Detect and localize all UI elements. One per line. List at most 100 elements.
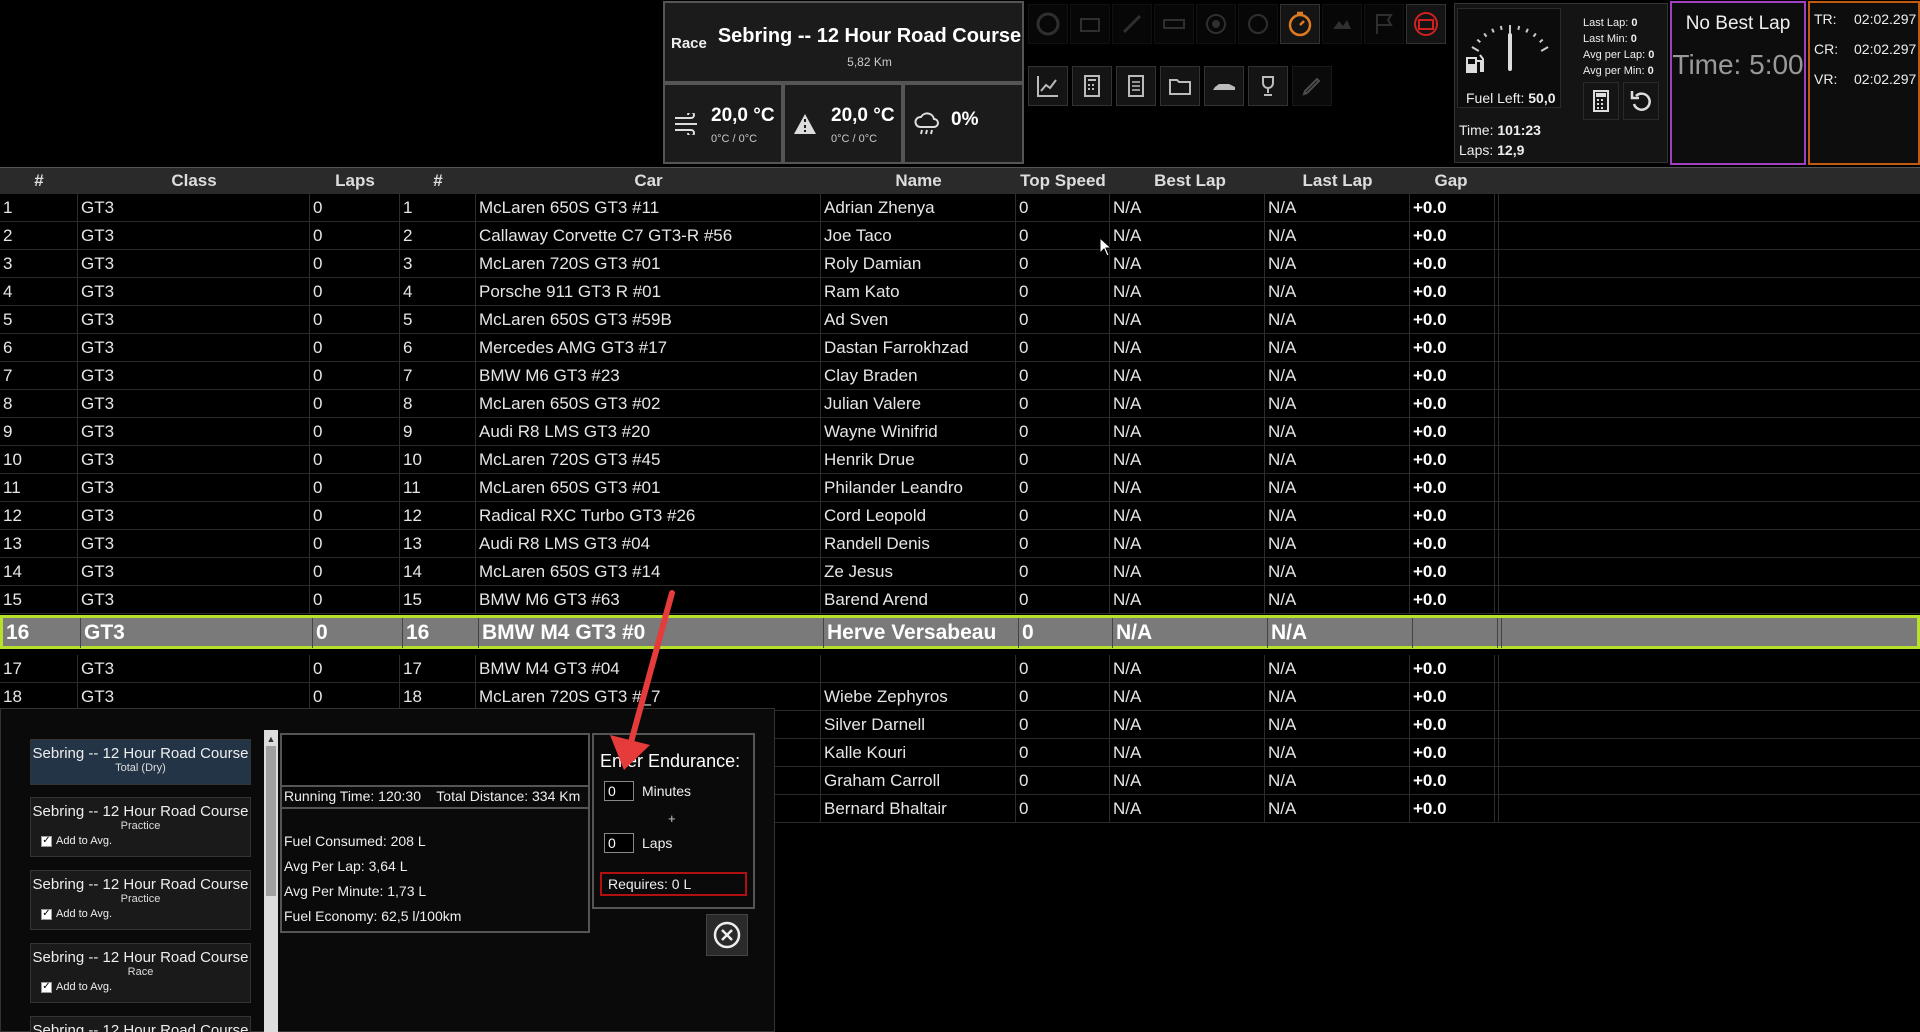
table-row[interactable]: 10 GT3 0 10 McLaren 720S GT3 #45 Henrik Drue 0… bbox=[0, 446, 1920, 474]
cell-name: Ram Kato bbox=[821, 278, 1016, 306]
table-row[interactable]: 2 GT3 0 2 Callaway Corvette C7 GT3-R #56 Joe … bbox=[0, 222, 1920, 250]
gearbox-icon[interactable] bbox=[1154, 4, 1194, 44]
laps-input[interactable]: 0 bbox=[604, 833, 634, 853]
cell-top: 0 bbox=[1016, 711, 1110, 739]
col-best-lap[interactable]: Best Lap bbox=[1110, 171, 1270, 191]
cell-spacer bbox=[1498, 618, 1502, 648]
session-item[interactable]: Sebring -- 12 Hour Road Course Total (Dry… bbox=[30, 739, 251, 785]
scroll-up-icon[interactable]: ▲ bbox=[266, 734, 276, 744]
cell-num: 2 bbox=[400, 222, 476, 250]
cell-name: Philander Leandro bbox=[821, 474, 1016, 502]
col-car[interactable]: Car bbox=[476, 171, 821, 191]
scroll-thumb[interactable] bbox=[266, 746, 276, 896]
cell-name: Cord Leopold bbox=[821, 502, 1016, 530]
fuel-consumed: Fuel Consumed: 208 L bbox=[284, 833, 426, 849]
table-row[interactable]: 13 GT3 0 13 Audi R8 LMS GT3 #04 Randell Denis… bbox=[0, 530, 1920, 558]
race-info-panel: Race Sebring -- 12 Hour Road Course 5,82… bbox=[663, 1, 1024, 83]
add-to-avg-checkbox[interactable]: ✓ bbox=[41, 835, 52, 847]
table-row[interactable]: 4 GT3 0 4 Porsche 911 GT3 R #01 Ram Kato 0 N/A N… bbox=[0, 278, 1920, 306]
cr-label: CR: bbox=[1814, 41, 1839, 57]
table-row[interactable]: 3 GT3 0 3 McLaren 720S GT3 #01 Roly Damian 0 N/… bbox=[0, 250, 1920, 278]
table-row[interactable]: 11 GT3 0 11 McLaren 650S GT3 #01 Philander Le… bbox=[0, 474, 1920, 502]
table-row[interactable]: 8 GT3 0 8 McLaren 650S GT3 #02 Julian Valere 0… bbox=[0, 390, 1920, 418]
col-top-speed[interactable]: Top Speed bbox=[1016, 171, 1110, 191]
fuel-time-label: Time: bbox=[1459, 122, 1494, 138]
cell-spacer bbox=[1495, 586, 1499, 614]
cell-cls: GT3 bbox=[78, 306, 310, 334]
session-item[interactable]: Sebring -- 12 Hour Road Course Practice ✓ A… bbox=[30, 870, 251, 930]
standings-header: # Class Laps # Car Name Top Speed Best L… bbox=[0, 167, 1920, 194]
last-lap-value: 0 bbox=[1631, 17, 1638, 29]
cell-car: BMW M6 GT3 #23 bbox=[476, 362, 821, 390]
flag-icon[interactable] bbox=[1364, 4, 1404, 44]
cell-name: Randell Denis bbox=[821, 530, 1016, 558]
track-temp-range: 0°C / 0°C bbox=[831, 133, 878, 145]
chart-icon[interactable] bbox=[1028, 66, 1068, 106]
folder-icon[interactable] bbox=[1160, 66, 1200, 106]
cell-cls: GT3 bbox=[78, 362, 310, 390]
session-item[interactable]: Sebring -- 12 Hour Road Course bbox=[30, 1016, 251, 1032]
col-gap[interactable]: Gap bbox=[1410, 171, 1492, 191]
table-row[interactable]: 17 GT3 0 17 BMW M4 GT3 #04 0 N/A N/A +0.0 bbox=[0, 655, 1920, 683]
cell-car: Callaway Corvette C7 GT3-R #56 bbox=[476, 222, 821, 250]
table-row[interactable]: 9 GT3 0 9 Audi R8 LMS GT3 #20 Wayne Winifrid 0… bbox=[0, 418, 1920, 446]
col-position[interactable]: # bbox=[0, 171, 78, 191]
table-row[interactable]: 18 GT3 0 18 McLaren 720S GT3 #_7 Wiebe Zephyr… bbox=[0, 683, 1920, 711]
trophy-icon[interactable] bbox=[1248, 66, 1288, 106]
add-to-avg-checkbox[interactable]: ✓ bbox=[41, 981, 52, 993]
col-class[interactable]: Class bbox=[78, 171, 310, 191]
minutes-input[interactable]: 0 bbox=[604, 781, 634, 801]
cell-last: N/A bbox=[1265, 558, 1410, 586]
best-lap-title: No Best Lap bbox=[1685, 13, 1791, 34]
suspension-icon[interactable] bbox=[1112, 4, 1152, 44]
cell-name: Wayne Winifrid bbox=[821, 418, 1016, 446]
damage-icon[interactable] bbox=[1322, 4, 1362, 44]
cell-laps: 0 bbox=[310, 306, 400, 334]
cell-gap: +0.0 bbox=[1410, 222, 1495, 250]
col-number[interactable]: # bbox=[400, 171, 476, 191]
cell-best: N/A bbox=[1110, 278, 1265, 306]
col-last-lap[interactable]: Last Lap bbox=[1260, 171, 1415, 191]
rain-panel: 0% bbox=[903, 83, 1024, 164]
notes-icon[interactable] bbox=[1116, 66, 1156, 106]
table-row[interactable]: 15 GT3 0 15 BMW M6 GT3 #63 Barend Arend 0 N/A N/… bbox=[0, 586, 1920, 614]
table-row[interactable]: 12 GT3 0 12 Radical RXC Turbo GT3 #26 Cord Le… bbox=[0, 502, 1920, 530]
cell-cls: GT3 bbox=[78, 446, 310, 474]
race-app: Race Sebring -- 12 Hour Road Course 5,82… bbox=[0, 0, 1920, 1032]
fuel-pump-icon bbox=[1464, 51, 1486, 80]
session-item[interactable]: Sebring -- 12 Hour Road Course Race ✓ Add t… bbox=[30, 943, 251, 1003]
table-row-selected[interactable]: 16 GT3 0 16 BMW M4 GT3 #0 Herve Versabeau 0 N/A… bbox=[0, 615, 1920, 649]
cell-last: N/A bbox=[1265, 474, 1410, 502]
cell-gap: +0.0 bbox=[1410, 194, 1495, 222]
calculator-button[interactable] bbox=[1583, 82, 1619, 120]
tyre-icon[interactable] bbox=[1028, 4, 1068, 44]
close-icon bbox=[713, 921, 741, 949]
reset-button[interactable] bbox=[1623, 82, 1659, 120]
table-row[interactable]: 6 GT3 0 6 Mercedes AMG GT3 #17 Dastan Farrokh… bbox=[0, 334, 1920, 362]
engine-icon[interactable] bbox=[1070, 4, 1110, 44]
cr-value: 02:02.297 bbox=[1854, 41, 1917, 57]
stopwatch-icon[interactable] bbox=[1280, 4, 1320, 44]
edit-icon[interactable] bbox=[1292, 66, 1332, 106]
session-item[interactable]: Sebring -- 12 Hour Road Course Practice ✓ A… bbox=[30, 797, 251, 857]
car-icon[interactable] bbox=[1204, 66, 1244, 106]
add-to-avg-checkbox[interactable]: ✓ bbox=[41, 908, 52, 920]
steering-icon[interactable] bbox=[1238, 4, 1278, 44]
cell-laps: 0 bbox=[310, 250, 400, 278]
table-row[interactable]: 7 GT3 0 7 BMW M6 GT3 #23 Clay Braden 0 N/A N/A +0… bbox=[0, 362, 1920, 390]
battery-icon[interactable] bbox=[1406, 4, 1446, 44]
session-scrollbar[interactable]: ▲ bbox=[264, 730, 278, 1032]
cell-cls: GT3 bbox=[78, 418, 310, 446]
close-button[interactable] bbox=[706, 914, 748, 956]
calculator-icon[interactable] bbox=[1072, 66, 1112, 106]
table-row[interactable]: 5 GT3 0 5 McLaren 650S GT3 #59B Ad Sven 0 N/A N/… bbox=[0, 306, 1920, 334]
running-time: Running Time: 120:30 bbox=[284, 788, 421, 804]
col-name[interactable]: Name bbox=[821, 171, 1016, 191]
table-row[interactable]: 14 GT3 0 14 McLaren 650S GT3 #14 Ze Jesus 0 N/A… bbox=[0, 558, 1920, 586]
col-laps[interactable]: Laps bbox=[310, 171, 400, 191]
brake-icon[interactable] bbox=[1196, 4, 1236, 44]
cell-spacer bbox=[1495, 222, 1499, 250]
table-row[interactable]: 1 GT3 0 1 McLaren 650S GT3 #11 Adrian Zhenya 0… bbox=[0, 194, 1920, 222]
cell-num: 3 bbox=[400, 250, 476, 278]
cell-laps: 0 bbox=[310, 222, 400, 250]
